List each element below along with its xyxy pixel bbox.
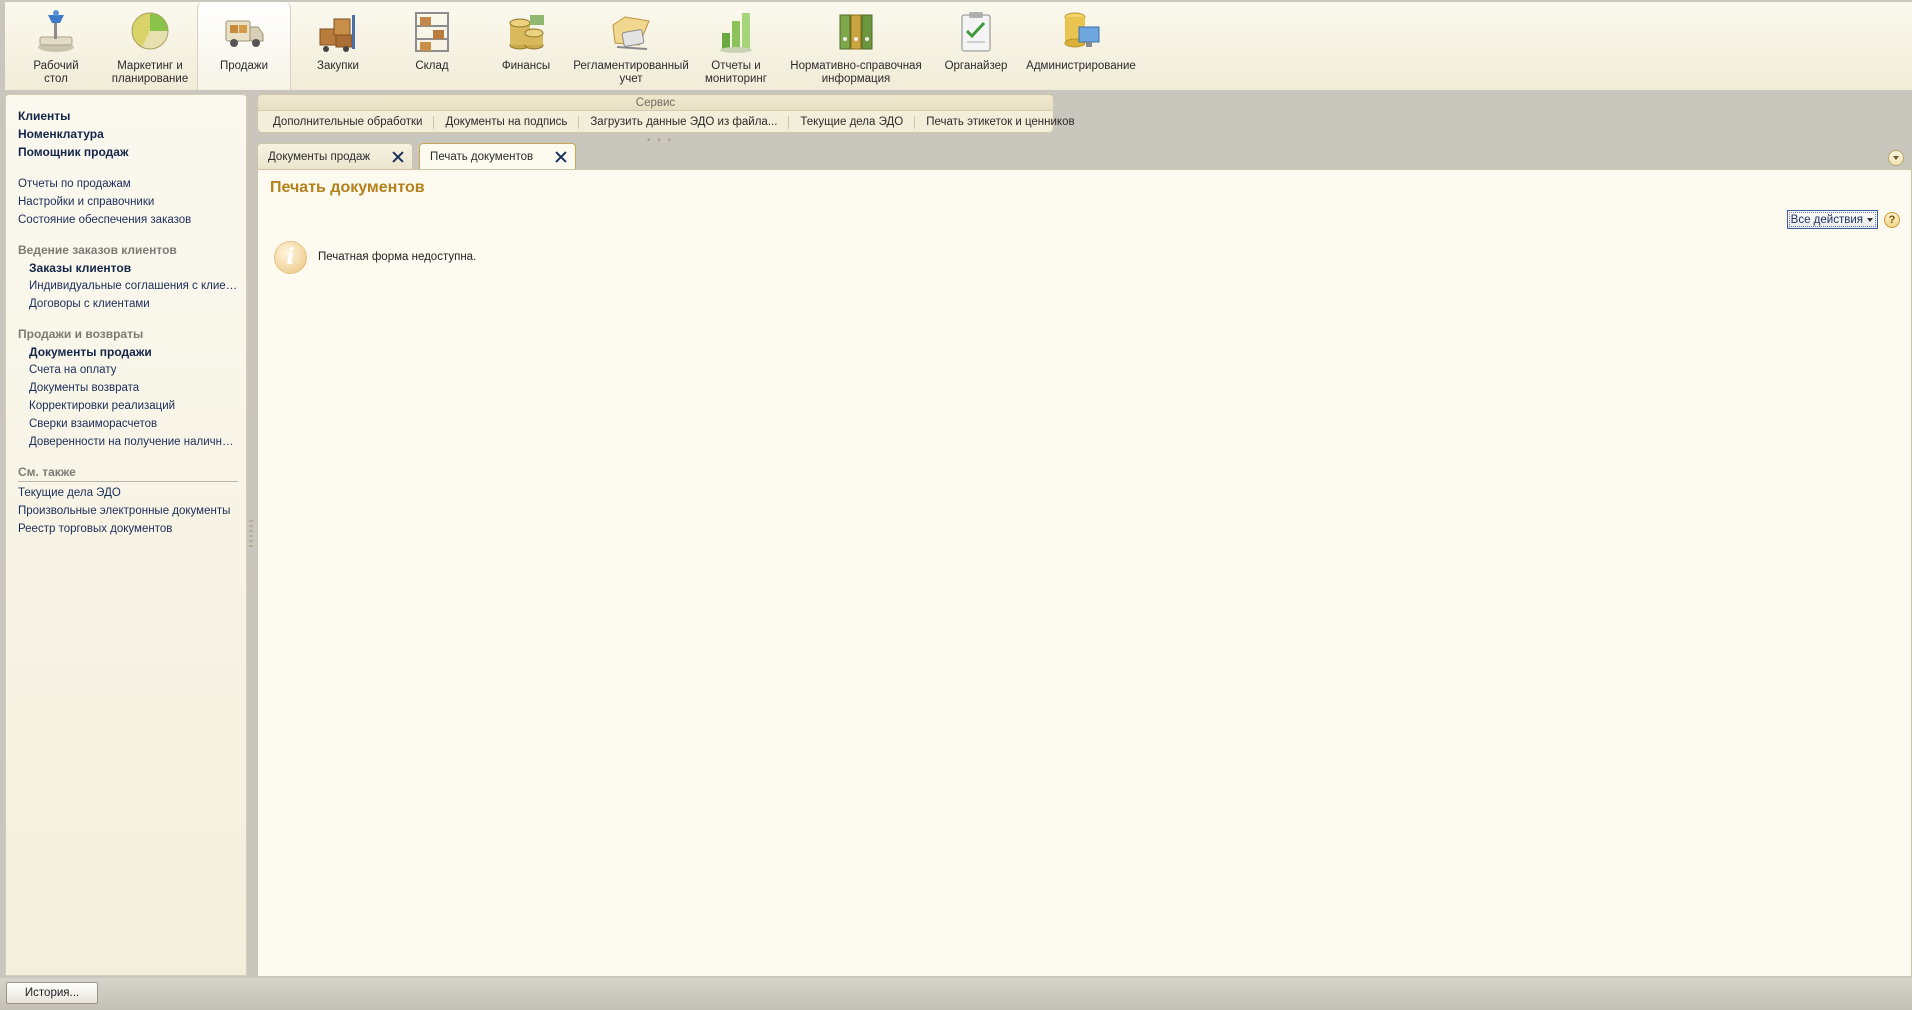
navigation-panel: Клиенты Номенклатура Помощник продаж Отч… [5,94,247,976]
service-commands: Дополнительные обработки Документы на по… [258,111,1075,133]
nav-settings-references[interactable]: Настройки и справочники [18,193,240,211]
nav-clients[interactable]: Клиенты [18,107,246,125]
section-label: Рабочий стол [33,60,79,85]
nav-sales-corrections[interactable]: Корректировки реализаций [18,397,240,415]
all-actions-button[interactable]: Все действия [1786,210,1878,229]
section-organizer[interactable]: Органайзер [929,2,1023,90]
section-label: Нормативно-справочная информация [790,60,922,85]
section-desktop[interactable]: Рабочий стол [9,2,103,90]
close-icon[interactable] [555,151,567,163]
service-title: Сервис [258,95,1053,111]
nav-client-contracts[interactable]: Договоры с клиентами [18,295,240,313]
nav-customer-orders[interactable]: Заказы клиентов [18,259,246,277]
section-label: Органайзер [944,60,1008,72]
folder-calculator-icon [612,16,650,50]
tabs-menu-chevron-icon[interactable] [1888,150,1904,166]
info-icon: i [274,241,307,274]
secondary-links: Отчеты по продажам Настройки и справочни… [18,175,246,229]
nav-return-documents[interactable]: Документы возврата [18,379,240,397]
section-administration[interactable]: Администрирование [1023,2,1139,90]
section-label: Закупки [317,60,359,72]
nav-order-supply-status[interactable]: Состояние обеспечения заказов [18,211,240,229]
service-panel: Сервис Дополнительные обработки Документ… [257,94,1075,133]
bar-chart-icon [720,13,752,53]
sections-panel: Рабочий стол Маркетинг и планирование Пр… [5,2,1912,90]
section-reports[interactable]: Отчеты и мониторинг [689,2,783,90]
binders-icon [839,14,873,50]
service-load-edo-from-file[interactable]: Загрузить данные ЭДО из файла... [579,115,790,129]
nav-cash-powers-of-attorney[interactable]: Доверенности на получение наличных... [18,433,240,451]
boxes-cart-icon [319,15,355,52]
section-label: Регламентированный учет [573,60,689,85]
pie-chart-icon [131,12,169,50]
section-label: Администрирование [1026,60,1136,72]
section-purchases[interactable]: Закупки [291,2,385,90]
see-also-divider [18,481,238,482]
help-icon[interactable]: ? [1884,212,1900,228]
warehouse-shelf-icon [415,12,449,52]
work-area: Сервис Дополнительные обработки Документ… [257,94,1912,976]
section-reference-info[interactable]: Нормативно-справочная информация [783,2,929,90]
page-title: Печать документов [270,179,425,196]
nav-settlement-reconciliations[interactable]: Сверки взаиморасчетов [18,415,240,433]
tab-label: Документы продаж [268,150,371,163]
tab-label: Печать документов [430,151,534,163]
nav-sales-assistant[interactable]: Помощник продаж [18,143,246,161]
info-message: Печатная форма недоступна. [318,251,477,263]
history-bar: История... [0,978,1912,1010]
section-label: Продажи [219,60,269,72]
chevron-down-icon [1867,217,1873,222]
close-icon[interactable] [392,151,404,163]
group-title-sales-returns: Продажи и возвраты [18,327,144,341]
print-documents-form: Печать документов Все действия ? i Печат… [257,169,1912,976]
service-edo-current-tasks[interactable]: Текущие дела ЭДО [789,115,916,129]
truck-icon [225,20,264,47]
section-finance[interactable]: Финансы [479,2,573,90]
section-sales[interactable]: Продажи [197,2,291,90]
group-title-orders: Ведение заказов клиентов [18,243,177,257]
service-additional-processing[interactable]: Дополнительные обработки [262,115,435,129]
nav-invoices[interactable]: Счета на оплату [18,361,240,379]
section-label: Склад [415,60,449,72]
database-monitor-icon [1064,12,1100,48]
group-title-see-also: См. также [18,465,76,479]
section-warehouse[interactable]: Склад [385,2,479,90]
panel-splitter[interactable] [249,520,253,548]
nav-nomenclature[interactable]: Номенклатура [18,125,246,143]
nav-edo-current-tasks[interactable]: Текущие дела ЭДО [18,484,240,502]
tab-print-documents[interactable]: Печать документов [419,143,577,170]
section-marketing[interactable]: Маркетинг и планирование [103,2,197,90]
nav-trade-docs-registry[interactable]: Реестр торговых документов [18,520,240,538]
tab-bar: Документы продаж Печать документов [257,143,582,170]
coins-icon [509,15,544,50]
nav-arbitrary-edocs[interactable]: Произвольные электронные документы [18,502,240,520]
all-actions-label: Все действия [1790,213,1863,226]
section-regulated-accounting[interactable]: Регламентированный учет [573,2,689,90]
desktop-icon [38,10,74,52]
service-documents-to-sign[interactable]: Документы на подпись [434,115,580,129]
section-label: Отчеты и мониторинг [705,60,767,85]
service-print-labels-prices[interactable]: Печать этикеток и ценников [915,116,1085,129]
section-label: Маркетинг и планирование [111,60,189,85]
nav-sales-reports[interactable]: Отчеты по продажам [18,175,240,193]
clipboard-icon [961,12,991,52]
nav-individual-agreements[interactable]: Индивидуальные соглашения с клиен... [18,277,240,295]
tab-sales-documents[interactable]: Документы продаж [257,143,414,169]
nav-sales-documents[interactable]: Документы продажи [18,343,246,361]
section-label: Финансы [501,60,551,72]
service-grip[interactable]: • • • [647,135,673,146]
history-button[interactable]: История... [6,982,98,1004]
